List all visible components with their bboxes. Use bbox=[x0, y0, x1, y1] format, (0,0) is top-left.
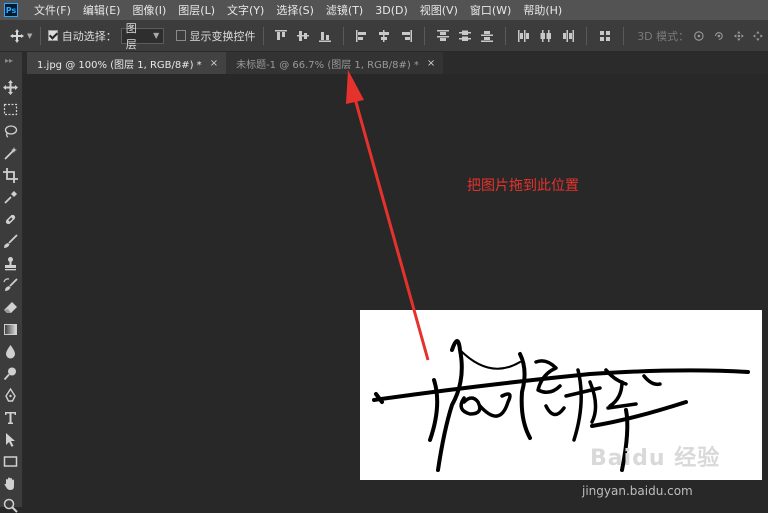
eyedropper-tool-icon[interactable] bbox=[3, 190, 18, 205]
auto-select-value: 图层 bbox=[125, 21, 137, 51]
align-top-icon[interactable] bbox=[274, 29, 288, 43]
menu-filter[interactable]: 滤镜(T) bbox=[320, 2, 369, 18]
rectangle-tool-icon[interactable] bbox=[3, 454, 18, 469]
divider bbox=[586, 26, 588, 45]
move-tool-icon[interactable] bbox=[3, 80, 18, 95]
close-icon[interactable]: × bbox=[210, 58, 218, 69]
menu-view[interactable]: 视图(V) bbox=[414, 2, 464, 18]
orbit-3d-icon[interactable] bbox=[693, 29, 705, 43]
show-transform-label: 显示变换控件 bbox=[189, 29, 256, 43]
menu-3d[interactable]: 3D(D) bbox=[369, 4, 414, 17]
toolbar-grip[interactable]: ▸▸ bbox=[0, 52, 22, 74]
chevron-down-icon: ▼ bbox=[153, 31, 160, 40]
pan-3d-icon[interactable] bbox=[733, 29, 745, 43]
path-selection-tool-icon[interactable] bbox=[3, 432, 18, 447]
align-left-icon[interactable] bbox=[355, 29, 369, 43]
menu-file[interactable]: 文件(F) bbox=[28, 2, 77, 18]
zoom-tool-icon[interactable] bbox=[3, 498, 18, 513]
clone-stamp-tool-icon[interactable] bbox=[3, 256, 18, 271]
menu-bar: Ps 文件(F) 编辑(E) 图像(I) 图层(L) 文字(Y) 选择(S) 滤… bbox=[0, 0, 768, 20]
divider bbox=[40, 26, 42, 45]
distribute-bottom-icon[interactable] bbox=[480, 29, 494, 43]
document-tab-label: 未标题-1 @ 66.7% (图层 1, RGB/8#) * bbox=[236, 59, 419, 71]
document-tab-1[interactable]: 1.jpg @ 100% (图层 1, RGB/8#) * × bbox=[27, 52, 227, 74]
slide-3d-icon[interactable] bbox=[752, 29, 764, 43]
dodge-tool-icon[interactable] bbox=[3, 366, 18, 381]
show-transform-checkbox[interactable] bbox=[176, 30, 186, 41]
eraser-tool-icon[interactable] bbox=[3, 300, 18, 315]
align-vertical-center-icon[interactable] bbox=[296, 29, 310, 43]
watermark-url: jingyan.baidu.com bbox=[582, 484, 693, 498]
align-group bbox=[270, 26, 616, 45]
close-icon[interactable]: × bbox=[427, 58, 435, 69]
crop-tool-icon[interactable] bbox=[3, 168, 18, 183]
drag-hint-annotation: 把图片拖到此位置 bbox=[467, 178, 579, 194]
baidu-jingyan-watermark: Baidu 经验 bbox=[590, 446, 721, 471]
align-horizontal-center-icon[interactable] bbox=[377, 29, 391, 43]
lasso-tool-icon[interactable] bbox=[3, 124, 18, 139]
hand-tool-icon[interactable] bbox=[3, 476, 18, 491]
gradient-tool-icon[interactable] bbox=[3, 322, 18, 337]
auto-select-dropdown[interactable]: 图层 ▼ bbox=[120, 22, 165, 51]
menu-edit[interactable]: 编辑(E) bbox=[77, 2, 127, 18]
collapse-icon: ▸▸ bbox=[5, 56, 14, 65]
healing-brush-tool-icon[interactable] bbox=[3, 212, 18, 227]
move-tool-preset[interactable]: ▼ bbox=[10, 28, 33, 43]
menu-type[interactable]: 文字(Y) bbox=[221, 2, 270, 18]
distribute-left-icon[interactable] bbox=[517, 29, 531, 43]
divider bbox=[262, 26, 264, 45]
tools-panel: ▸▸ bbox=[0, 52, 23, 513]
document-tab-bar: 1.jpg @ 100% (图层 1, RGB/8#) * × 未标题-1 @ … bbox=[27, 52, 768, 74]
menu-image[interactable]: 图像(I) bbox=[126, 2, 172, 18]
auto-select-checkbox[interactable] bbox=[48, 30, 58, 41]
menu-help[interactable]: 帮助(H) bbox=[517, 2, 568, 18]
type-tool-icon[interactable] bbox=[3, 410, 18, 425]
options-bar: ▼ 自动选择： 图层 ▼ 显示变换控件 3D 模式： bbox=[0, 20, 768, 52]
auto-select-label: 自动选择： bbox=[61, 29, 117, 43]
menu-select[interactable]: 选择(S) bbox=[270, 2, 320, 18]
roll-3d-icon[interactable] bbox=[713, 29, 725, 43]
distribute-horizontal-center-icon[interactable] bbox=[539, 29, 553, 43]
menu-window[interactable]: 窗口(W) bbox=[464, 2, 517, 18]
photoshop-logo-icon: Ps bbox=[4, 3, 18, 17]
marquee-tool-icon[interactable] bbox=[3, 102, 18, 117]
divider bbox=[343, 26, 345, 45]
document-tab-2[interactable]: 未标题-1 @ 66.7% (图层 1, RGB/8#) * × bbox=[226, 52, 444, 74]
blur-tool-icon[interactable] bbox=[3, 344, 18, 359]
distribute-right-icon[interactable] bbox=[561, 29, 575, 43]
brush-tool-icon[interactable] bbox=[3, 234, 18, 249]
align-bottom-icon[interactable] bbox=[318, 29, 332, 43]
chevron-down-icon: ▼ bbox=[27, 31, 33, 40]
align-right-icon[interactable] bbox=[399, 29, 413, 43]
divider bbox=[505, 26, 507, 45]
move-icon bbox=[10, 28, 24, 43]
menu-layer[interactable]: 图层(L) bbox=[172, 2, 221, 18]
magic-wand-tool-icon[interactable] bbox=[3, 146, 18, 161]
auto-align-icon[interactable] bbox=[598, 29, 612, 43]
divider bbox=[623, 26, 625, 45]
mode-3d-label: 3D 模式： bbox=[637, 29, 690, 43]
distribute-vertical-center-icon[interactable] bbox=[458, 29, 472, 43]
history-brush-tool-icon[interactable] bbox=[3, 278, 18, 293]
pen-tool-icon[interactable] bbox=[3, 388, 18, 403]
divider bbox=[424, 26, 426, 45]
document-tab-label: 1.jpg @ 100% (图层 1, RGB/8#) * bbox=[37, 59, 202, 71]
distribute-top-icon[interactable] bbox=[436, 29, 450, 43]
